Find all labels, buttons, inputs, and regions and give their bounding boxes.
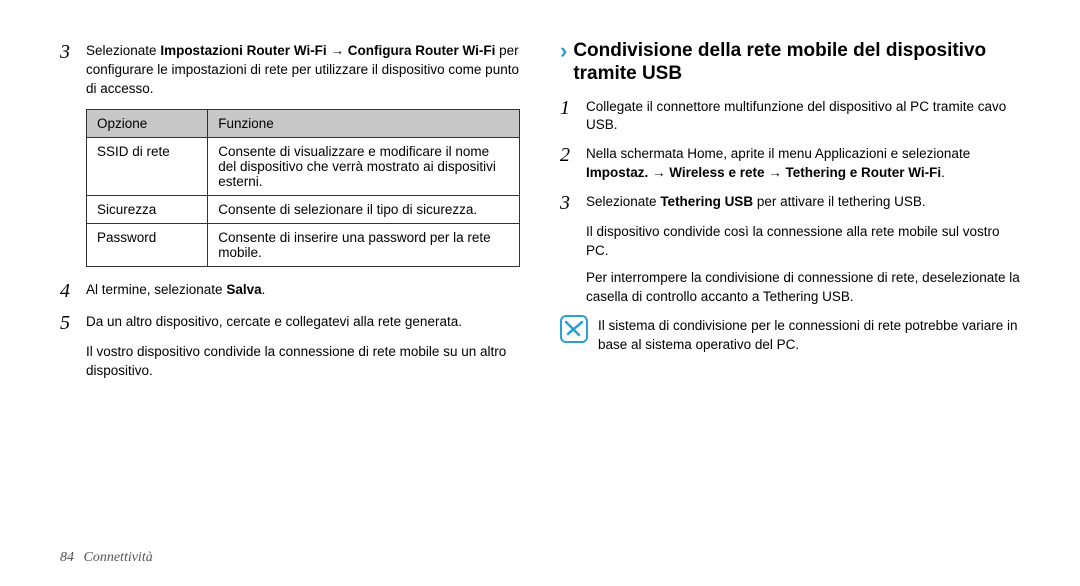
note-icon <box>560 315 588 343</box>
text-fragment: Al termine, selezionate <box>86 282 226 297</box>
table-row: SSID di rete Consente di visualizzare e … <box>87 137 520 195</box>
step-number: 5 <box>60 311 86 335</box>
table-header-row: Opzione Funzione <box>87 109 520 137</box>
note-block: Il sistema di condivisione per le connes… <box>560 315 1020 355</box>
arrow-text: → <box>327 43 348 58</box>
text-fragment: Nella schermata Home, aprite il menu App… <box>586 146 970 161</box>
page-footer: 84 Connettività <box>60 550 153 566</box>
text-fragment: . <box>850 289 854 304</box>
text-fragment: per attivare il tethering USB. <box>753 194 926 209</box>
section-heading: › Condivisione della rete mobile del dis… <box>560 40 1020 86</box>
bold-text: Tethering e Router Wi-Fi <box>785 165 941 180</box>
text-fragment: Selezionate <box>586 194 660 209</box>
heading-text: Condivisione della rete mobile del dispo… <box>573 40 1020 86</box>
options-table: Opzione Funzione SSID di rete Consente d… <box>86 109 520 267</box>
table-cell: SSID di rete <box>87 137 208 195</box>
step-text: Selezionate Impostazioni Router Wi-Fi → … <box>86 40 520 99</box>
table-cell: Sicurezza <box>87 195 208 223</box>
table-row: Password Consente di inserire una passwo… <box>87 223 520 266</box>
step-3-left: 3 Selezionate Impostazioni Router Wi-Fi … <box>60 40 520 99</box>
table-header: Opzione <box>87 109 208 137</box>
table-cell: Password <box>87 223 208 266</box>
left-column: 3 Selezionate Impostazioni Router Wi-Fi … <box>60 40 520 388</box>
step-text: Al termine, selezionate Salva. <box>86 279 520 300</box>
paragraph: Per interrompere la condivisione di conn… <box>586 269 1020 307</box>
footer-section: Connettività <box>84 550 153 565</box>
arrow-text: → <box>648 165 669 180</box>
step-number: 1 <box>560 96 586 120</box>
text-fragment: Selezionate <box>86 43 160 58</box>
chevron-right-icon: › <box>560 40 567 62</box>
text-fragment: . <box>941 165 945 180</box>
text-fragment: . <box>262 282 266 297</box>
step-5-left: 5 Da un altro dispositivo, cercate e col… <box>60 311 520 335</box>
table-cell: Consente di inserire una password per la… <box>208 223 520 266</box>
bold-text: Impostazioni Router Wi-Fi <box>160 43 326 58</box>
step-1-right: 1 Collegate il connettore multifunzione … <box>560 96 1020 136</box>
bold-text: Tethering USB <box>660 194 753 209</box>
bold-text: Impostaz. <box>586 165 648 180</box>
step-text: Nella schermata Home, aprite il menu App… <box>586 143 1020 183</box>
step-number: 4 <box>60 279 86 303</box>
table-header: Funzione <box>208 109 520 137</box>
bold-text: Wireless e rete <box>669 165 764 180</box>
step-number: 3 <box>60 40 86 64</box>
bold-text: Salva <box>226 282 261 297</box>
page-number: 84 <box>60 550 74 565</box>
step-text: Da un altro dispositivo, cercate e colle… <box>86 311 520 332</box>
step-number: 2 <box>560 143 586 167</box>
table-row: Sicurezza Consente di selezionare il tip… <box>87 195 520 223</box>
paragraph: Il dispositivo condivide così la conness… <box>586 223 1020 261</box>
step-text: Collegate il connettore multifunzione de… <box>586 96 1020 136</box>
bold-text: Tethering USB <box>763 289 850 304</box>
note-text: Il sistema di condivisione per le connes… <box>598 315 1020 355</box>
page-body: 3 Selezionate Impostazioni Router Wi-Fi … <box>60 40 1020 388</box>
arrow-text: → <box>764 165 785 180</box>
step-4-left: 4 Al termine, selezionate Salva. <box>60 279 520 303</box>
table-cell: Consente di visualizzare e modificare il… <box>208 137 520 195</box>
step-number: 3 <box>560 191 586 215</box>
step-2-right: 2 Nella schermata Home, aprite il menu A… <box>560 143 1020 183</box>
paragraph: Il vostro dispositivo condivide la conne… <box>86 343 520 381</box>
bold-text: Configura Router Wi-Fi <box>348 43 496 58</box>
table-cell: Consente di selezionare il tipo di sicur… <box>208 195 520 223</box>
step-3-right: 3 Selezionate Tethering USB per attivare… <box>560 191 1020 215</box>
step-text: Selezionate Tethering USB per attivare i… <box>586 191 1020 212</box>
right-column: › Condivisione della rete mobile del dis… <box>560 40 1020 388</box>
